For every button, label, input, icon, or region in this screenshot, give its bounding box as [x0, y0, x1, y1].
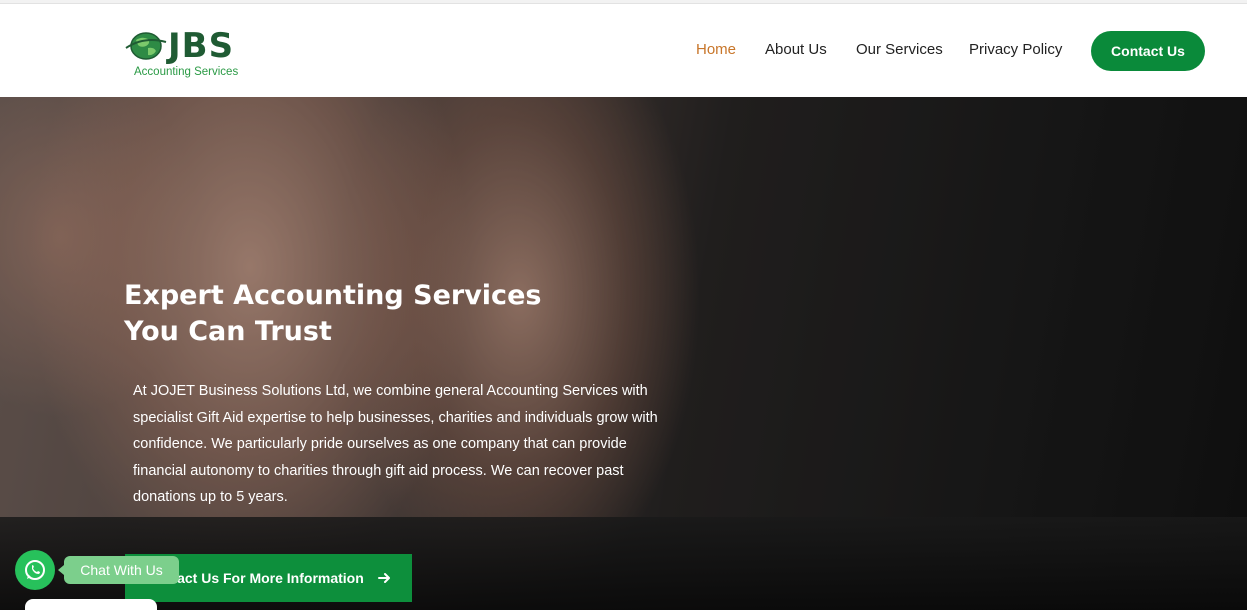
- logo-tagline: Accounting Services: [134, 66, 239, 78]
- whatsapp-icon[interactable]: [15, 550, 55, 590]
- hero-section: Expert Accounting Services You Can Trust…: [0, 97, 1247, 610]
- contact-us-button[interactable]: Contact Us: [1091, 31, 1205, 71]
- logo-brand-text: JBS: [168, 26, 235, 66]
- nav-item-home[interactable]: Home: [696, 40, 736, 60]
- site-logo[interactable]: JBS Accounting Services: [124, 26, 264, 82]
- bottom-widget-tab[interactable]: [25, 599, 157, 610]
- hero-title-line-1: Expert Accounting Services: [124, 280, 542, 311]
- arrow-right-icon: [377, 573, 390, 583]
- nav-item-about-us[interactable]: About Us: [765, 40, 827, 60]
- hero-title-line-2: You Can Trust: [124, 316, 332, 347]
- nav-item-privacy-policy[interactable]: Privacy Policy: [969, 40, 1062, 60]
- chat-with-us-button[interactable]: Chat With Us: [64, 556, 179, 584]
- hero-description: At JOJET Business Solutions Ltd, we comb…: [133, 383, 658, 506]
- nav-item-our-services[interactable]: Our Services: [856, 40, 943, 60]
- site-header: JBS Accounting Services Home About Us Ou…: [0, 4, 1247, 97]
- globe-icon: [125, 32, 167, 60]
- hero-title: Expert Accounting Services You Can Trust: [124, 278, 584, 350]
